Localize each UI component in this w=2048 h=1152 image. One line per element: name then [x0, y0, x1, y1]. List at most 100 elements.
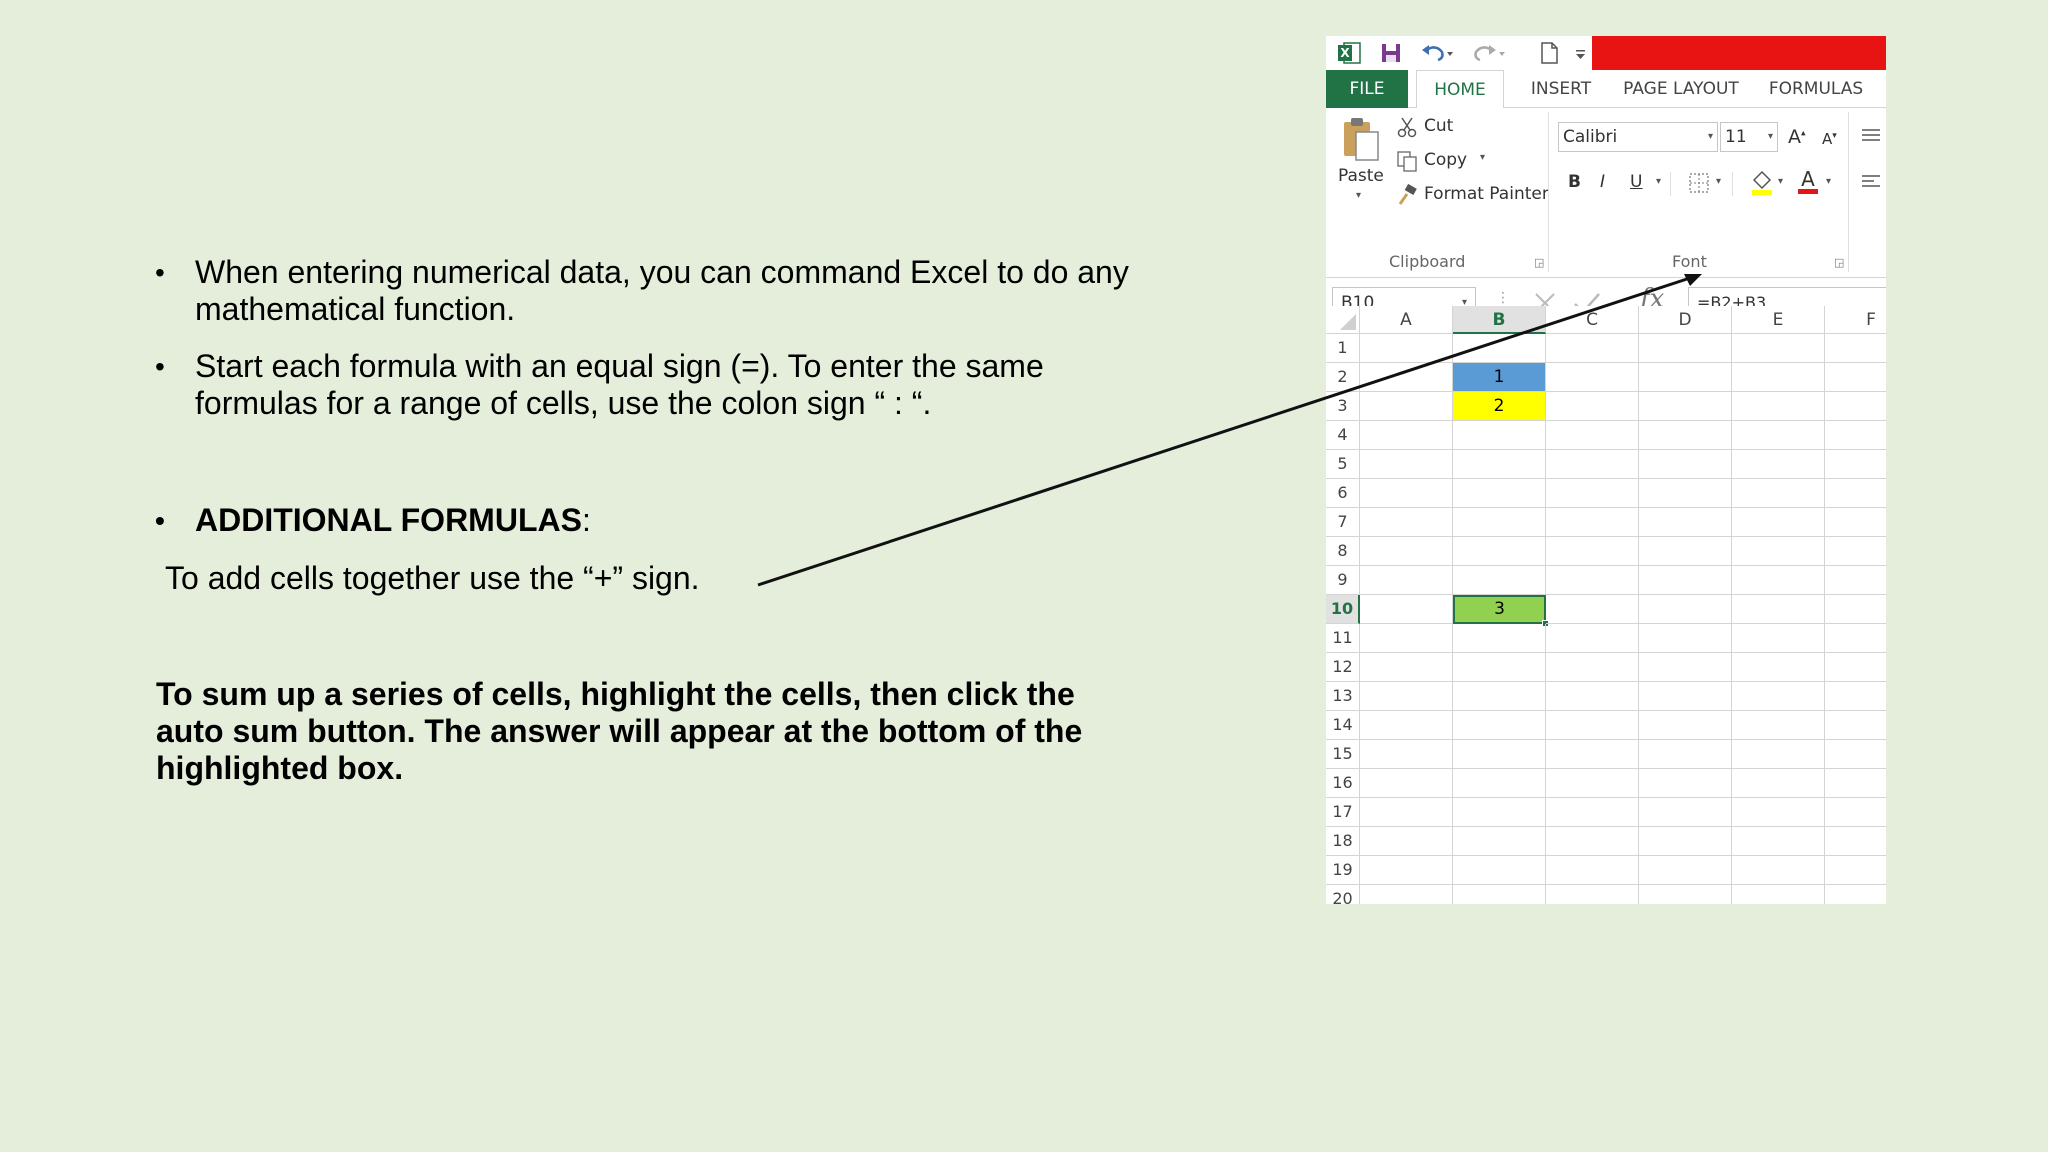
- font-name-select[interactable]: Calibri ▾: [1558, 122, 1718, 152]
- cell-c4[interactable]: [1546, 421, 1639, 450]
- cell-b9[interactable]: [1453, 566, 1546, 595]
- cell-c6[interactable]: [1546, 479, 1639, 508]
- cell-d12[interactable]: [1639, 653, 1732, 682]
- row-header-15[interactable]: 15: [1326, 740, 1360, 769]
- font-size-select[interactable]: 11 ▾: [1720, 122, 1778, 152]
- cell-d4[interactable]: [1639, 421, 1732, 450]
- row-header-3[interactable]: 3: [1326, 392, 1360, 421]
- font-color-icon[interactable]: A: [1796, 166, 1820, 200]
- cell-c15[interactable]: [1546, 740, 1639, 769]
- cell-d6[interactable]: [1639, 479, 1732, 508]
- column-header-a[interactable]: A: [1360, 306, 1453, 334]
- clipboard-dialog-launcher-icon[interactable]: ◲: [1534, 256, 1544, 269]
- customize-qat-icon[interactable]: [1574, 40, 1588, 66]
- font-dialog-launcher-icon[interactable]: ◲: [1834, 256, 1844, 269]
- cell-c18[interactable]: [1546, 827, 1639, 856]
- cell-c11[interactable]: [1546, 624, 1639, 653]
- cell-f4[interactable]: [1825, 421, 1886, 450]
- select-all-corner[interactable]: [1326, 306, 1360, 334]
- cell-e14[interactable]: [1732, 711, 1825, 740]
- cell-d8[interactable]: [1639, 537, 1732, 566]
- cell-f14[interactable]: [1825, 711, 1886, 740]
- cell-a18[interactable]: [1360, 827, 1453, 856]
- cell-f6[interactable]: [1825, 479, 1886, 508]
- cell-c3[interactable]: [1546, 392, 1639, 421]
- cell-b10[interactable]: 3: [1453, 595, 1549, 627]
- borders-dropdown-icon[interactable]: ▾: [1716, 176, 1721, 187]
- shrink-font-button[interactable]: A▾: [1822, 130, 1837, 148]
- cell-e20[interactable]: [1732, 885, 1825, 904]
- cell-b1[interactable]: [1453, 334, 1546, 363]
- cell-b18[interactable]: [1453, 827, 1546, 856]
- cell-a5[interactable]: [1360, 450, 1453, 479]
- underline-dropdown-icon[interactable]: ▾: [1656, 176, 1661, 187]
- cell-f3[interactable]: [1825, 392, 1886, 421]
- cell-e6[interactable]: [1732, 479, 1825, 508]
- row-header-13[interactable]: 13: [1326, 682, 1360, 711]
- cell-a14[interactable]: [1360, 711, 1453, 740]
- cell-b3[interactable]: 2: [1453, 392, 1546, 421]
- cell-d17[interactable]: [1639, 798, 1732, 827]
- row-header-16[interactable]: 16: [1326, 769, 1360, 798]
- row-header-7[interactable]: 7: [1326, 508, 1360, 537]
- cell-b5[interactable]: [1453, 450, 1546, 479]
- cell-f18[interactable]: [1825, 827, 1886, 856]
- row-header-18[interactable]: 18: [1326, 827, 1360, 856]
- row-header-2[interactable]: 2: [1326, 363, 1360, 392]
- cell-a3[interactable]: [1360, 392, 1453, 421]
- cell-a4[interactable]: [1360, 421, 1453, 450]
- cell-b7[interactable]: [1453, 508, 1546, 537]
- cell-a6[interactable]: [1360, 479, 1453, 508]
- cell-e13[interactable]: [1732, 682, 1825, 711]
- cell-c8[interactable]: [1546, 537, 1639, 566]
- cell-a1[interactable]: [1360, 334, 1453, 363]
- cell-f19[interactable]: [1825, 856, 1886, 885]
- cell-b6[interactable]: [1453, 479, 1546, 508]
- cell-a19[interactable]: [1360, 856, 1453, 885]
- cell-a10[interactable]: [1360, 595, 1453, 624]
- cell-a15[interactable]: [1360, 740, 1453, 769]
- cell-e3[interactable]: [1732, 392, 1825, 421]
- row-header-19[interactable]: 19: [1326, 856, 1360, 885]
- cell-a16[interactable]: [1360, 769, 1453, 798]
- tab-page-layout[interactable]: PAGE LAYOUT: [1616, 70, 1746, 108]
- redo-icon[interactable]: [1472, 40, 1505, 66]
- font-color-dropdown-icon[interactable]: ▾: [1826, 176, 1831, 187]
- cell-b15[interactable]: [1453, 740, 1546, 769]
- cell-d20[interactable]: [1639, 885, 1732, 904]
- cell-e8[interactable]: [1732, 537, 1825, 566]
- row-header-8[interactable]: 8: [1326, 537, 1360, 566]
- paste-dropdown-icon[interactable]: ▾: [1356, 190, 1361, 201]
- underline-button[interactable]: U: [1630, 172, 1642, 192]
- cell-c7[interactable]: [1546, 508, 1639, 537]
- cell-b13[interactable]: [1453, 682, 1546, 711]
- cell-c16[interactable]: [1546, 769, 1639, 798]
- cell-d2[interactable]: [1639, 363, 1732, 392]
- cell-e7[interactable]: [1732, 508, 1825, 537]
- cell-b14[interactable]: [1453, 711, 1546, 740]
- cell-e15[interactable]: [1732, 740, 1825, 769]
- row-header-9[interactable]: 9: [1326, 566, 1360, 595]
- cell-f12[interactable]: [1825, 653, 1886, 682]
- cell-e10[interactable]: [1732, 595, 1825, 624]
- cell-e17[interactable]: [1732, 798, 1825, 827]
- cell-e19[interactable]: [1732, 856, 1825, 885]
- cell-c10[interactable]: [1546, 595, 1639, 624]
- cell-a13[interactable]: [1360, 682, 1453, 711]
- cell-e2[interactable]: [1732, 363, 1825, 392]
- row-header-20[interactable]: 20: [1326, 885, 1360, 904]
- align-left-icon[interactable]: [1860, 172, 1882, 196]
- cell-a7[interactable]: [1360, 508, 1453, 537]
- row-header-12[interactable]: 12: [1326, 653, 1360, 682]
- cell-f15[interactable]: [1825, 740, 1886, 769]
- paste-button[interactable]: Paste ▾: [1334, 114, 1386, 204]
- cell-c14[interactable]: [1546, 711, 1639, 740]
- fill-color-icon[interactable]: [1750, 168, 1774, 200]
- cell-f20[interactable]: [1825, 885, 1886, 904]
- cell-e12[interactable]: [1732, 653, 1825, 682]
- row-header-6[interactable]: 6: [1326, 479, 1360, 508]
- borders-icon[interactable]: [1688, 172, 1710, 198]
- column-header-c[interactable]: C: [1546, 306, 1639, 334]
- row-header-4[interactable]: 4: [1326, 421, 1360, 450]
- cell-a11[interactable]: [1360, 624, 1453, 653]
